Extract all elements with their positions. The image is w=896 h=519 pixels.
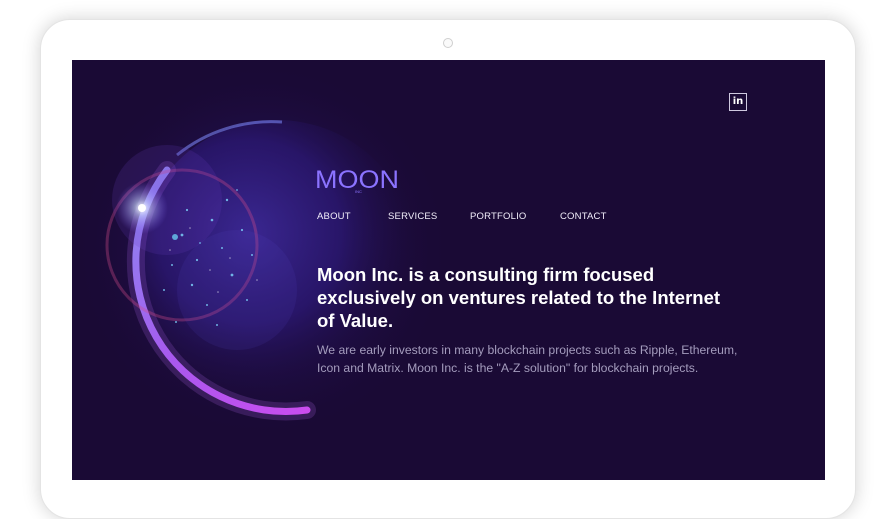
linkedin-label: in [732,96,744,107]
logo-subtext: INC [355,189,362,194]
nav-item-portfolio[interactable]: PORTFOLIO [470,211,527,222]
nav-item-services[interactable]: SERVICES [388,211,437,222]
nav-item-contact[interactable]: CONTACT [560,211,607,222]
linkedin-icon[interactable]: in [729,93,747,111]
hero-headline: Moon Inc. is a consulting firm focused e… [317,264,721,331]
moon-inc-logo[interactable]: MOON INC [315,164,401,196]
hero-description: We are early investors in many blockchai… [317,343,738,375]
camera-icon [443,38,453,48]
website-screen: in MOON INC ABOUT SERVICES PORTFOLIO CON… [72,60,825,480]
nav-item-about[interactable]: ABOUT [317,211,351,222]
